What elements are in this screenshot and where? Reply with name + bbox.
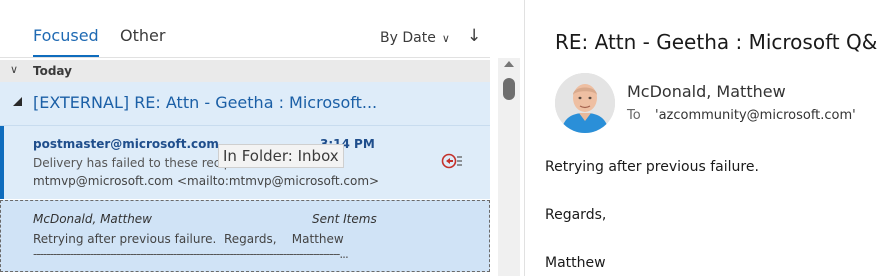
tab-other[interactable]: Other: [120, 26, 165, 45]
email-body-line: Regards,: [545, 207, 607, 223]
sort-by-dropdown[interactable]: By Date ∨: [380, 30, 450, 46]
recipient-address[interactable]: 'azcommunity@microsoft.com': [655, 108, 856, 123]
active-tab-indicator: [33, 55, 99, 57]
message-item[interactable]: McDonald, Matthew Sent Items Retrying af…: [0, 200, 490, 272]
message-list-pane: Focused Other By Date ∨ ↓ ∨ Today [EXTERN…: [0, 0, 498, 276]
email-subject: RE: Attn - Geetha : Microsoft Q&: [555, 30, 878, 54]
message-folder: Sent Items: [312, 212, 377, 226]
scroll-up-arrow-icon[interactable]: [504, 61, 514, 67]
folder-tooltip: In Folder: Inbox: [218, 144, 344, 168]
message-list-scrollbar[interactable]: [498, 58, 520, 276]
tab-focused[interactable]: Focused: [33, 26, 99, 45]
email-body-line: Matthew: [545, 255, 606, 271]
message-sender: postmaster@microsoft.com: [33, 137, 219, 151]
to-label: To: [627, 108, 641, 123]
group-header-today[interactable]: ∨ Today: [0, 60, 490, 82]
message-preview: ----------------------------------------…: [33, 247, 349, 261]
undeliverable-icon: [441, 153, 462, 169]
conversation-header[interactable]: [EXTERNAL] RE: Attn - Geetha : Microsoft…: [0, 82, 490, 126]
inbox-tabs: Focused Other By Date ∨ ↓: [0, 0, 490, 58]
sender-name[interactable]: McDonald, Matthew: [627, 82, 786, 101]
message-sender: McDonald, Matthew: [33, 212, 152, 226]
avatar[interactable]: [555, 73, 615, 133]
scrollbar-thumb[interactable]: [503, 78, 515, 100]
conversation-subject: [EXTERNAL] RE: Attn - Geetha : Microsoft…: [33, 93, 378, 112]
collapse-triangle-icon[interactable]: [13, 97, 22, 106]
chevron-down-icon: ∨: [441, 32, 450, 45]
message-preview: Retrying after previous failure. Regards…: [33, 232, 344, 246]
reading-pane: RE: Attn - Geetha : Microsoft Q& McDonal…: [525, 0, 885, 276]
message-preview: mtmvp@microsoft.com <mailto:mtmvp@micros…: [33, 174, 380, 188]
group-label: Today: [33, 64, 72, 78]
sort-by-label: By Date: [380, 30, 436, 46]
arrow-down-icon[interactable]: ↓: [467, 26, 481, 46]
avatar-photo: [555, 73, 615, 133]
chevron-down-icon[interactable]: ∨: [10, 63, 18, 76]
email-body-line: Retrying after previous failure.: [545, 159, 759, 175]
